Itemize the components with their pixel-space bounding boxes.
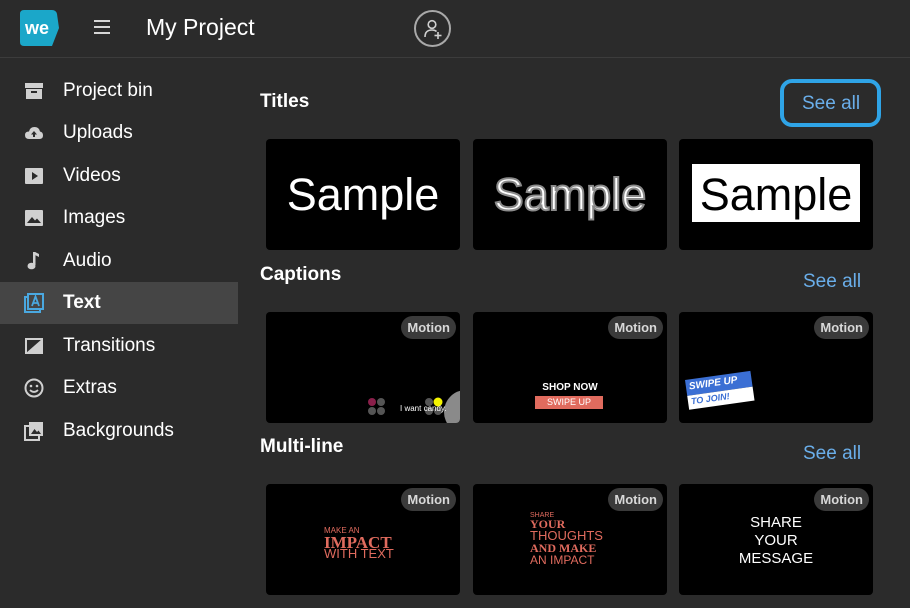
- motion-badge: Motion: [608, 316, 663, 339]
- sidebar-item-videos[interactable]: Videos: [0, 155, 238, 197]
- sample-text-outlined: Sample: [493, 168, 648, 221]
- line-message: MESSAGE: [738, 550, 814, 567]
- archive-icon: [25, 83, 43, 99]
- section-title-titles: Titles: [260, 91, 310, 112]
- sidebar-item-label: Transitions: [63, 335, 156, 356]
- transition-icon: [25, 338, 43, 354]
- sidebar-item-label: Images: [63, 207, 126, 228]
- sidebar-item-label: Extras: [63, 377, 117, 398]
- sidebar-item-label: Uploads: [63, 122, 133, 143]
- cloud-upload-icon: [25, 127, 43, 139]
- motion-badge: Motion: [814, 488, 869, 511]
- sidebar-item-label: Videos: [63, 165, 121, 186]
- captions-see-all-link[interactable]: See all: [803, 271, 861, 293]
- multiline-card-3[interactable]: Motion SHARE YOUR MESSAGE: [679, 484, 873, 595]
- sidebar-item-label: Project bin: [63, 80, 153, 101]
- smiley-icon: [24, 378, 44, 398]
- sidebar-item-audio[interactable]: Audio: [0, 240, 238, 282]
- app-header: we My Project: [0, 0, 910, 58]
- project-title[interactable]: My Project: [146, 14, 255, 41]
- sidebar-item-transitions[interactable]: Transitions: [0, 325, 238, 367]
- titles-see-all-link[interactable]: See all: [780, 79, 882, 127]
- line-share: SHARE: [750, 514, 802, 531]
- caption-text: I want candy.: [400, 404, 447, 413]
- title-card-2[interactable]: Sample: [473, 139, 667, 250]
- backgrounds-icon: [24, 422, 43, 441]
- play-icon: [25, 168, 43, 184]
- swipe-up-banner: SWIPE UP: [535, 396, 603, 409]
- motion-badge: Motion: [401, 488, 456, 511]
- invite-collaborator-button[interactable]: [414, 10, 451, 47]
- line-your: YOUR: [754, 532, 798, 549]
- sidebar-item-uploads[interactable]: Uploads: [0, 112, 238, 154]
- sidebar-item-label: Text: [63, 292, 101, 313]
- motion-badge: Motion: [814, 316, 869, 339]
- sidebar-item-project-bin[interactable]: Project bin: [0, 70, 238, 112]
- sidebar-item-backgrounds[interactable]: Backgrounds: [0, 410, 238, 452]
- share-your-message-text: SHARE YOUR MESSAGE: [679, 514, 873, 568]
- multi-line-see-all-link[interactable]: See all: [803, 443, 861, 465]
- sidebar-item-extras[interactable]: Extras: [0, 367, 238, 409]
- multiline-card-2[interactable]: Motion SHARE YOUR THOUGHTS AND MAKE AN I…: [473, 484, 667, 595]
- sidebar: Project bin Uploads Videos Images Audio …: [0, 59, 238, 608]
- caption-card-3[interactable]: Motion SWIPE UP TO JOIN!: [679, 312, 873, 423]
- swipe-up-sticker: SWIPE UP TO JOIN!: [685, 370, 757, 412]
- an-impact-text: AN IMPACT: [530, 553, 595, 567]
- caption-card-1[interactable]: Motion I want candy.: [266, 312, 460, 423]
- shop-now-text: SHOP NOW: [542, 382, 598, 393]
- multiline-card-1[interactable]: Motion MAKE AN IMPACT WITH TEXT: [266, 484, 460, 595]
- image-icon: [25, 210, 43, 226]
- section-title-captions: Captions: [260, 264, 342, 285]
- text-icon: [24, 293, 44, 313]
- we-logo[interactable]: we: [18, 8, 60, 48]
- sample-text-boxed: Sample: [699, 168, 853, 220]
- title-card-3[interactable]: Sample: [679, 139, 873, 250]
- title-card-1[interactable]: Sample: [266, 139, 460, 250]
- logo-text: we: [24, 18, 49, 38]
- caption-card-2[interactable]: Motion SHOP NOW SWIPE UP: [473, 312, 667, 423]
- sidebar-item-images[interactable]: Images: [0, 197, 238, 239]
- music-note-icon: [27, 252, 39, 270]
- sample-text-plain: Sample: [286, 168, 440, 220]
- sidebar-item-label: Backgrounds: [63, 420, 174, 441]
- motion-badge: Motion: [608, 488, 663, 511]
- sidebar-item-text[interactable]: Text: [0, 282, 238, 324]
- add-user-icon: [423, 19, 441, 39]
- with-text-text: WITH TEXT: [324, 546, 394, 561]
- hamburger-menu-icon[interactable]: [94, 20, 110, 36]
- sidebar-item-label: Audio: [63, 250, 112, 271]
- section-title-multi-line: Multi-line: [260, 436, 344, 457]
